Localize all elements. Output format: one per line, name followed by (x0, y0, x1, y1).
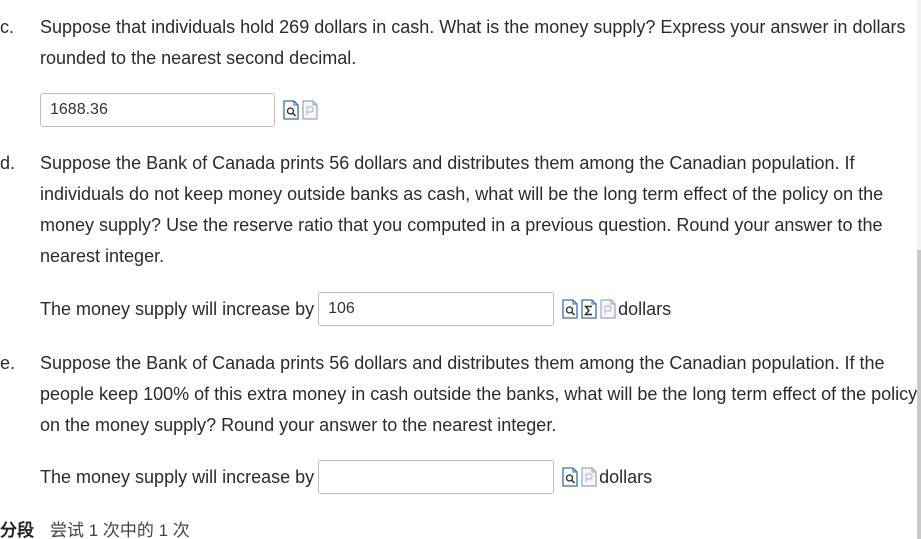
view-document-icon[interactable] (600, 299, 616, 319)
answer-row-c (40, 93, 318, 127)
answer-input-d[interactable] (318, 292, 555, 326)
view-document-icon[interactable] (581, 467, 597, 487)
question-c-prefix: c. (0, 17, 15, 37)
question-d: d. Suppose the Bank of Canada prints 56 d… (0, 148, 921, 272)
check-answer-icon[interactable] (562, 467, 578, 487)
footer: 分段 尝试 1 次中的 1 次 (0, 516, 190, 539)
answer-icons-d (559, 299, 616, 319)
answer-lead-label-d: The money supply will increase by (40, 298, 315, 319)
view-document-icon[interactable] (302, 100, 318, 120)
question-d-prefix: d. (0, 153, 16, 173)
answer-icons-c (280, 100, 318, 120)
answer-icons-e (559, 467, 597, 487)
question-e-prefix: e. (0, 353, 16, 373)
answer-row-e: The money supply will increase by dollar (40, 460, 652, 494)
question-d-text: Suppose the Bank of Canada prints 56 dol… (40, 153, 884, 266)
check-answer-icon[interactable] (283, 100, 299, 120)
answer-row-d: The money supply will increase by 106 do… (40, 292, 671, 326)
part-label: 分段 (0, 521, 34, 539)
answer-input-e[interactable] (318, 460, 555, 494)
answer-unit-label-e: dollars (599, 466, 653, 487)
question-e-text: Suppose the Bank of Canada prints 56 dol… (40, 353, 918, 435)
scrollbar-thumb[interactable] (917, 250, 921, 539)
check-answer-icon[interactable] (562, 299, 578, 319)
question-c-text: Suppose that individuals hold 269 dollar… (40, 17, 906, 68)
attempt-counter: 尝试 1 次中的 1 次 (50, 521, 190, 539)
question-page: c. Suppose that individuals hold 269 doll… (0, 0, 921, 539)
answer-unit-label-d: dollars (618, 298, 672, 319)
question-c: c. Suppose that individuals hold 269 doll… (0, 12, 921, 74)
equation-editor-icon[interactable] (581, 299, 597, 319)
answer-input-c[interactable] (40, 93, 275, 127)
answer-lead-label-e: The money supply will increase by (40, 466, 315, 487)
question-e: e. Suppose the Bank of Canada prints 56 d… (0, 348, 921, 441)
